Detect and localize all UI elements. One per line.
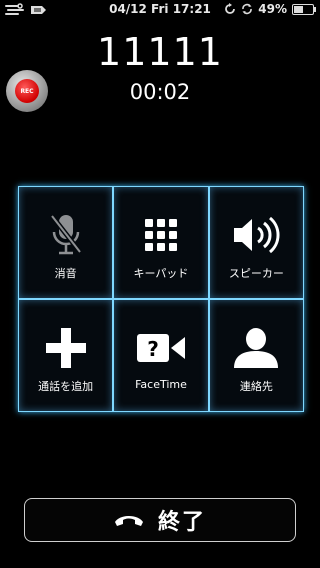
- end-call-button[interactable]: 終了: [24, 498, 296, 542]
- battery-fill: [294, 5, 303, 13]
- contacts-icon: [230, 324, 282, 372]
- keypad-icon: [135, 211, 187, 259]
- speaker-icon: [230, 211, 282, 259]
- add-call-icon: [40, 324, 92, 372]
- facetime-label: FaceTime: [135, 378, 187, 391]
- contacts-label: 連絡先: [239, 380, 273, 393]
- keypad-button[interactable]: キーパッド: [114, 187, 208, 298]
- battery-percent: 49%: [258, 2, 287, 16]
- sync-icon: [242, 3, 253, 15]
- mute-label: 消音: [54, 267, 77, 280]
- status-right: 49%: [224, 2, 316, 16]
- mute-button[interactable]: 消音: [19, 187, 113, 298]
- call-options-grid: 消音 キーパッド スピーカー 通話を追加 ? FaceTime 連絡先: [18, 186, 304, 412]
- caller-number: 11111: [97, 30, 223, 74]
- keypad-label: キーパッド: [133, 267, 189, 280]
- facetime-icon: ?: [135, 324, 187, 372]
- mute-mic-icon: [40, 211, 92, 259]
- status-bar: 04/12 Fri 17:21 49%: [0, 0, 320, 20]
- battery-icon: [292, 3, 316, 15]
- facetime-button[interactable]: ? FaceTime: [114, 300, 208, 411]
- rotation-lock-icon: [225, 3, 236, 14]
- speaker-button[interactable]: スピーカー: [209, 187, 303, 298]
- add-call-button[interactable]: 通話を追加: [19, 300, 113, 411]
- svg-text:?: ?: [147, 337, 159, 361]
- speaker-label: スピーカー: [228, 267, 284, 280]
- contacts-button[interactable]: 連絡先: [209, 300, 303, 411]
- end-call-label: 終了: [157, 510, 206, 535]
- add-call-label: 通話を追加: [38, 380, 94, 393]
- hang-up-icon: [114, 516, 143, 526]
- call-timer: 00:02: [129, 80, 191, 104]
